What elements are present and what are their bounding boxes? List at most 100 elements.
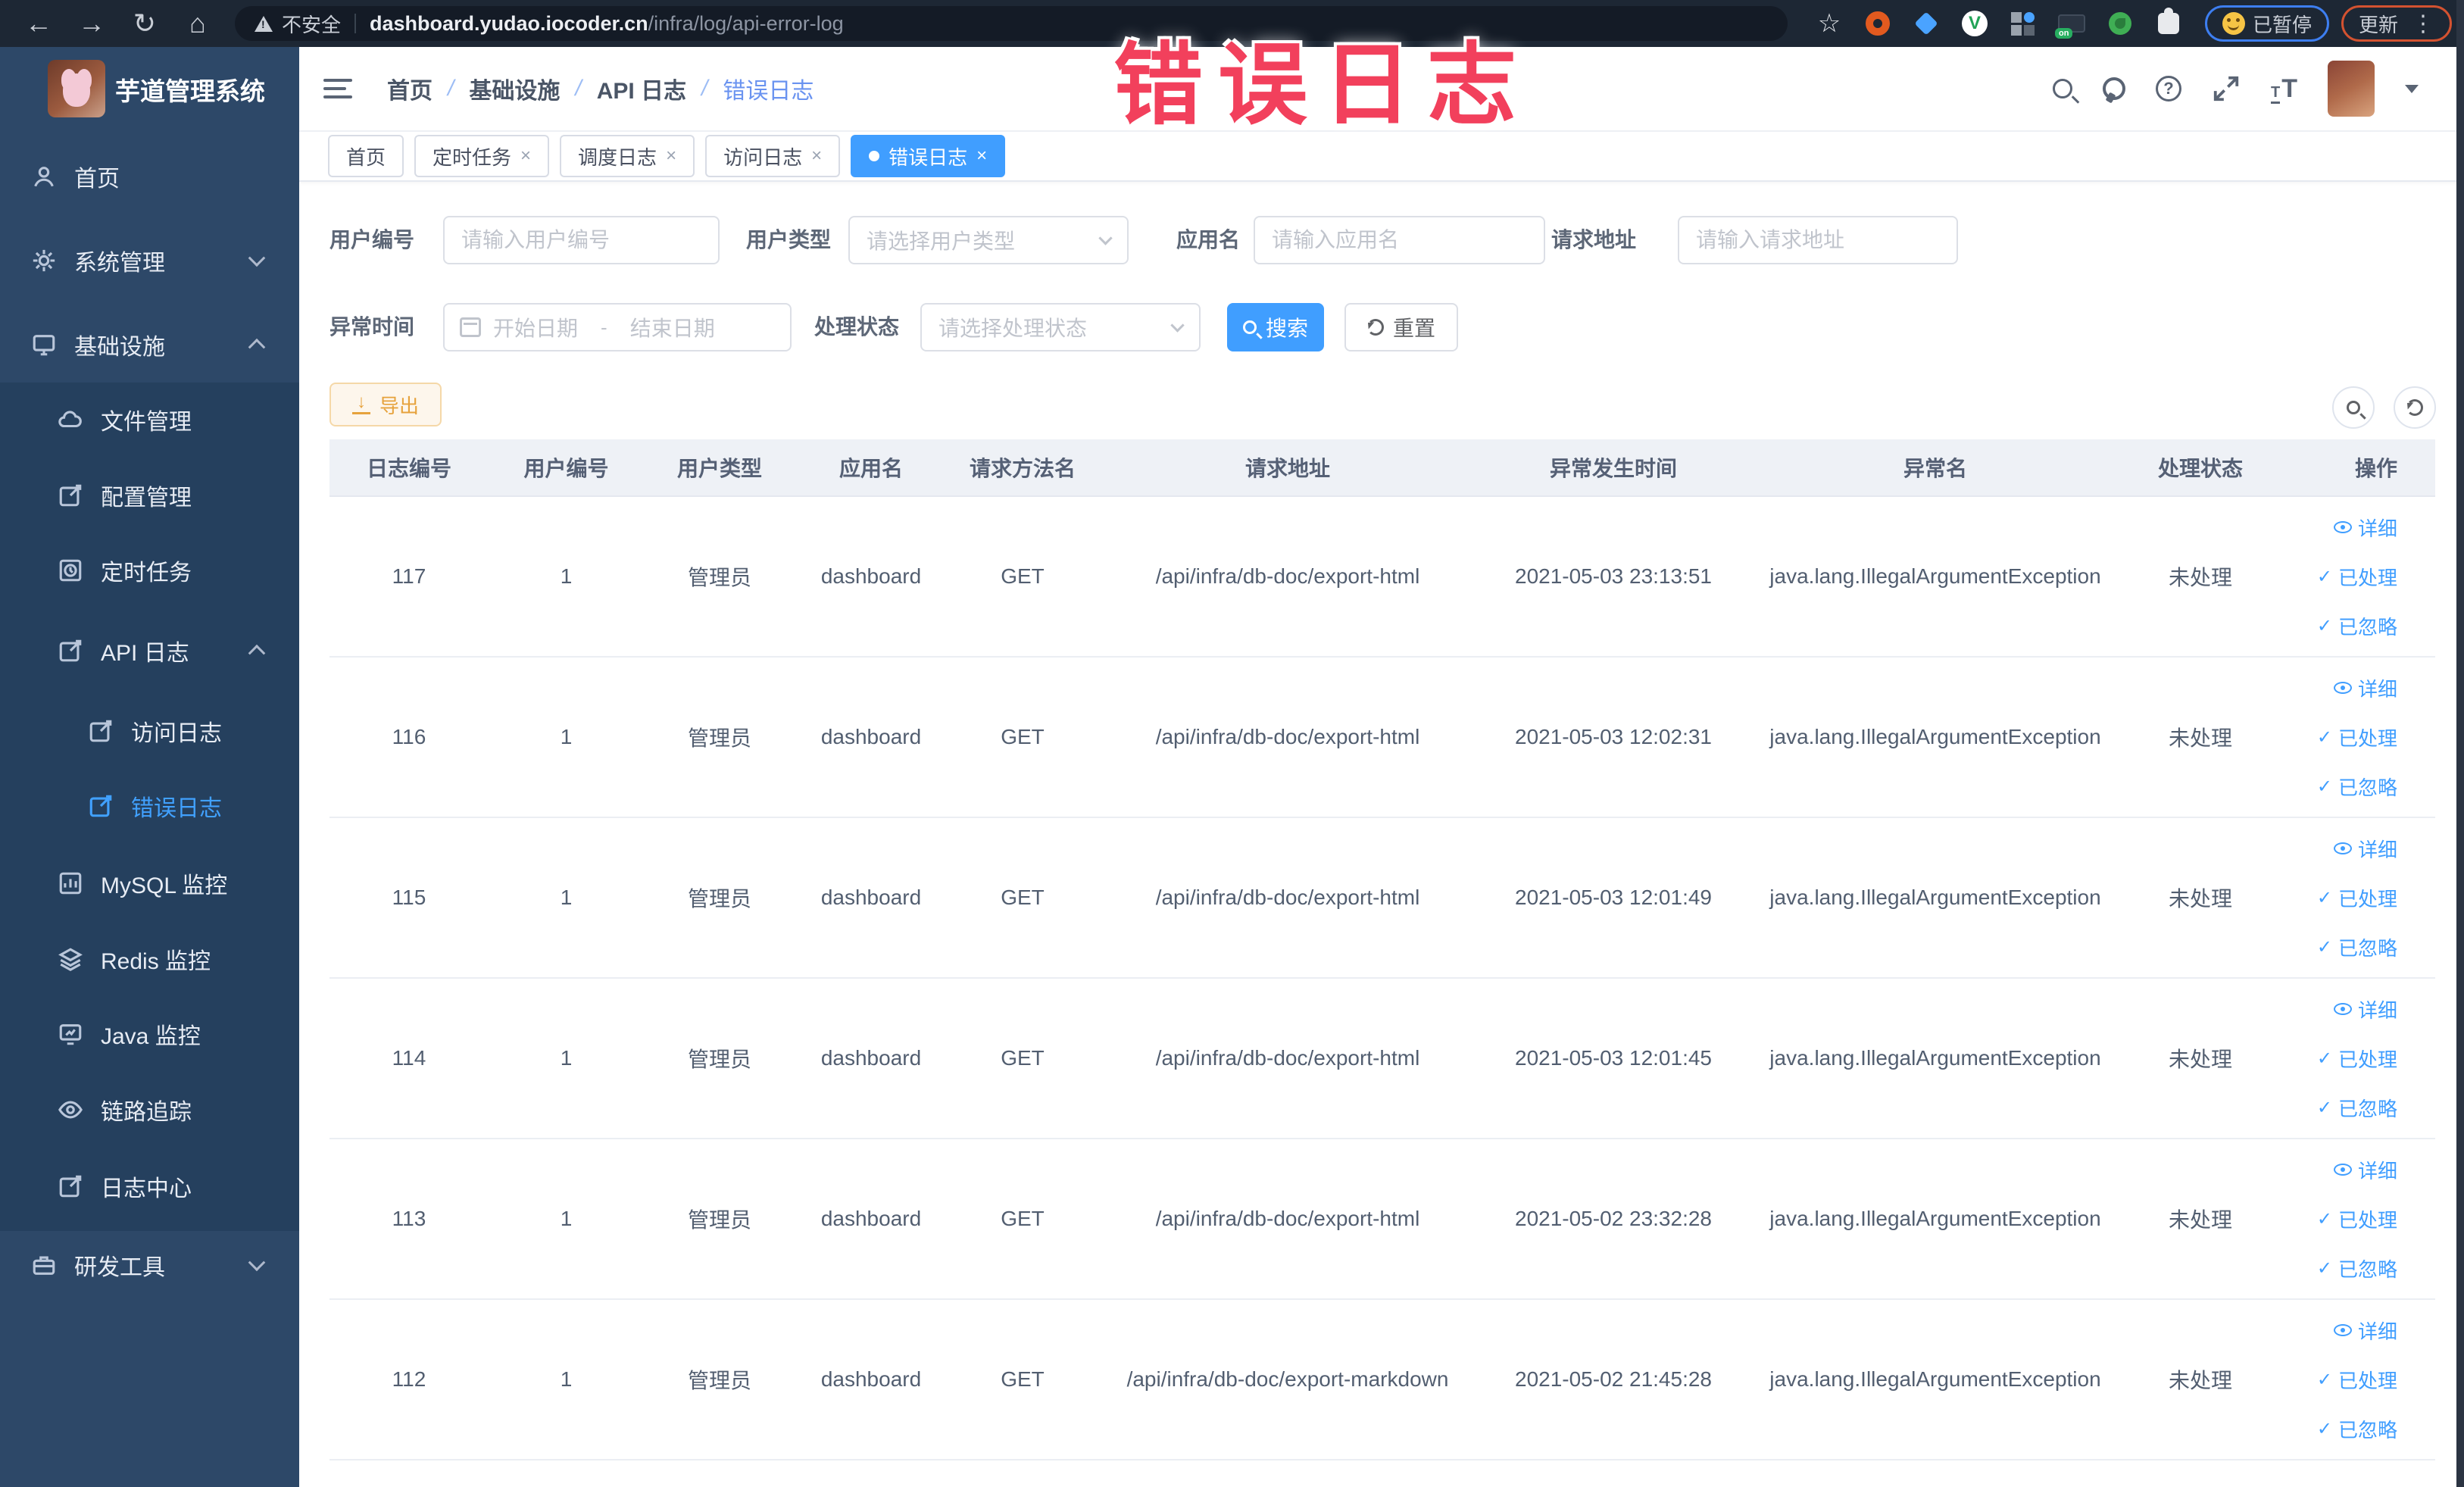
sidebar-collapse-icon[interactable] <box>323 79 354 98</box>
cell-url: /api/infra/db-doc/export-html <box>1155 1046 1420 1070</box>
window-scrollbar[interactable] <box>2456 0 2464 1487</box>
browser-update-chip[interactable]: 更新 ⋮ <box>2341 5 2452 42</box>
detail-link[interactable]: 详细 <box>2333 674 2397 702</box>
main-area: 首页 / 基础设施 / API 日志 / 错误日志 ? TT 首页 定时任务 × … <box>299 47 2464 1487</box>
breadcrumb-api-log[interactable]: API 日志 <box>597 72 686 105</box>
cell-time: 2021-05-03 12:01:49 <box>1515 886 1712 909</box>
eye-icon <box>2333 1164 2352 1176</box>
ignored-link[interactable]: ✓ 已忽略 <box>2317 773 2397 801</box>
user-avatar[interactable] <box>2328 61 2375 117</box>
ignored-link[interactable]: ✓ 已忽略 <box>2317 933 2397 961</box>
browser-menu-kebab-icon[interactable]: ⋮ <box>2412 11 2434 37</box>
toggle-search-button[interactable] <box>2332 386 2375 429</box>
eye-icon <box>2333 842 2352 854</box>
exception-time-range-picker[interactable]: 开始日期 - 结束日期 <box>443 303 792 351</box>
close-icon[interactable]: × <box>520 145 531 167</box>
sidebar-item-mysql-monitor[interactable]: MySQL 监控 <box>0 856 299 911</box>
cell-actions: 详细 ✓ 已处理 ✓ 已忽略 <box>2280 514 2435 640</box>
detail-link[interactable]: 详细 <box>2333 835 2397 863</box>
detail-link[interactable]: 详细 <box>2333 1317 2397 1345</box>
sidebar-item-log-center[interactable]: 日志中心 <box>0 1159 299 1214</box>
close-icon[interactable]: × <box>976 145 987 167</box>
cell-exception: java.lang.IllegalArgumentException <box>1769 1367 2101 1391</box>
browser-forward-icon[interactable]: → <box>65 8 118 39</box>
sidebar-item-access-log[interactable]: 访问日志 <box>0 704 299 758</box>
browser-home-icon[interactable]: ⌂ <box>171 8 224 39</box>
table-row: 112 1 管理员 dashboard GET/api/infra/db-doc/exp… <box>329 1300 2435 1460</box>
breadcrumb-infrastructure[interactable]: 基础设施 <box>469 72 560 105</box>
extension-toggle-on-icon[interactable]: on <box>2047 14 2096 39</box>
extension-blue-icon[interactable] <box>1902 11 1950 36</box>
processed-link[interactable]: ✓ 已处理 <box>2317 1366 2397 1394</box>
breadcrumb-home[interactable]: 首页 <box>387 72 433 105</box>
user-type-select[interactable]: 请选择用户类型 <box>848 216 1129 264</box>
tab-dispatch-log[interactable]: 调度日志 × <box>560 135 695 177</box>
search-button[interactable]: 搜索 <box>1227 303 1324 351</box>
sidebar-item-scheduled-jobs[interactable]: 定时任务 <box>0 543 299 598</box>
app-logo <box>48 60 105 117</box>
ignored-link[interactable]: ✓ 已忽略 <box>2317 1254 2397 1282</box>
font-size-icon[interactable]: TT <box>2271 74 2297 104</box>
user-id-input[interactable] <box>443 216 720 264</box>
sidebar-item-redis-monitor[interactable]: Redis 监控 <box>0 932 299 986</box>
tab-error-log[interactable]: 错误日志 × <box>851 135 1006 177</box>
table-row: 113 1 管理员 dashboard GET/api/infra/db-doc/exp… <box>329 1139 2435 1300</box>
processed-link[interactable]: ✓ 已处理 <box>2317 723 2397 751</box>
tab-home[interactable]: 首页 <box>328 135 404 177</box>
sidebar-item-api-log[interactable]: API 日志 <box>0 623 299 678</box>
reset-button[interactable]: 重置 <box>1344 303 1458 351</box>
user-menu-caret-icon[interactable] <box>2405 84 2419 93</box>
processed-link[interactable]: ✓ 已处理 <box>2317 884 2397 912</box>
ignored-link[interactable]: ✓ 已忽略 <box>2317 612 2397 640</box>
sidebar-item-infrastructure[interactable]: 基础设施 <box>0 317 299 372</box>
bookmark-star-icon[interactable]: ☆ <box>1805 8 1853 39</box>
app-name-input[interactable] <box>1254 216 1545 264</box>
security-warning-icon[interactable] <box>255 15 273 32</box>
export-button[interactable]: ↓ 导出 <box>329 383 442 426</box>
sidebar-item-home[interactable]: 首页 <box>0 149 299 204</box>
processed-link[interactable]: ✓ 已处理 <box>2317 1045 2397 1073</box>
close-icon[interactable]: × <box>666 145 676 167</box>
cell-user_id: 1 <box>560 1207 573 1230</box>
address-bar[interactable]: 不安全 dashboard.yudao.iocoder.cn /infra/lo… <box>235 6 1788 41</box>
fullscreen-icon[interactable] <box>2212 74 2241 103</box>
help-icon[interactable]: ? <box>2156 76 2181 102</box>
detail-link[interactable]: 详细 <box>2333 995 2397 1023</box>
processed-link[interactable]: ✓ 已处理 <box>2317 563 2397 591</box>
github-icon[interactable] <box>2103 77 2125 100</box>
search-icon[interactable] <box>2053 79 2072 98</box>
cell-user_type: 管理员 <box>687 887 751 911</box>
sidebar-item-trace[interactable]: 链路追踪 <box>0 1082 299 1137</box>
refresh-table-button[interactable] <box>2394 386 2436 429</box>
security-label[interactable]: 不安全 <box>282 10 341 38</box>
profile-paused-chip[interactable]: 已暂停 <box>2204 5 2329 42</box>
browser-reload-icon[interactable]: ↻ <box>118 8 171 39</box>
sidebar-item-dev-tools[interactable]: 研发工具 <box>0 1238 299 1292</box>
ignored-link[interactable]: ✓ 已忽略 <box>2317 1094 2397 1122</box>
sidebar-item-java-monitor[interactable]: Java 监控 <box>0 1007 299 1061</box>
sidebar-logo-row[interactable]: 芋道管理系统 <box>0 55 299 130</box>
browser-back-icon[interactable]: ← <box>12 8 65 39</box>
close-icon[interactable]: × <box>811 145 822 167</box>
detail-link[interactable]: 详细 <box>2333 1156 2397 1184</box>
request-url-input[interactable] <box>1678 216 1958 264</box>
extension-green-leaf-icon[interactable] <box>2096 12 2144 35</box>
chart-icon <box>57 870 84 896</box>
extension-green-v-icon[interactable]: V <box>1950 11 1999 36</box>
sidebar-item-file-mgmt[interactable]: 文件管理 <box>0 392 299 447</box>
processed-link[interactable]: ✓ 已处理 <box>2317 1205 2397 1233</box>
chevron-down-icon <box>248 249 266 267</box>
tab-access-log[interactable]: 访问日志 × <box>705 135 841 177</box>
ignored-link[interactable]: ✓ 已忽略 <box>2317 1415 2397 1443</box>
cell-app: dashboard <box>820 725 922 748</box>
extension-grid-icon[interactable] <box>1999 11 2047 36</box>
detail-link[interactable]: 详细 <box>2333 514 2397 542</box>
sidebar-item-error-log[interactable]: 错误日志 <box>0 779 299 833</box>
extensions-puzzle-icon[interactable] <box>2144 8 2193 34</box>
process-status-select[interactable]: 请选择处理状态 <box>920 303 1201 351</box>
sidebar-item-config-mgmt[interactable]: 配置管理 <box>0 468 299 523</box>
sidebar-item-system-mgmt[interactable]: 系统管理 <box>0 233 299 288</box>
tab-scheduled-jobs[interactable]: 定时任务 × <box>414 135 550 177</box>
extension-orange-icon[interactable] <box>1853 11 1902 36</box>
cell-actions: 详细 ✓ 已处理 ✓ 已忽略 <box>2280 1156 2435 1282</box>
